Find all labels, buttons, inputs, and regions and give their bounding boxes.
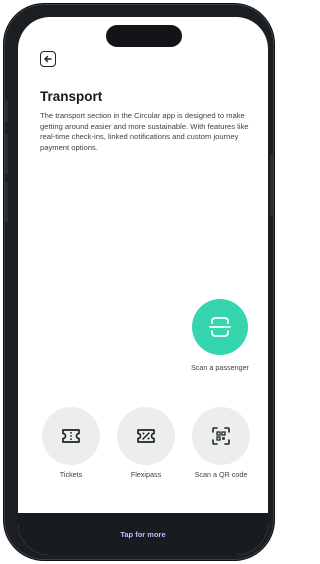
flexipass-button[interactable] bbox=[117, 407, 175, 465]
mute-switch bbox=[5, 100, 8, 122]
flexipass-ticket-icon bbox=[137, 429, 155, 443]
scan-passenger-button[interactable] bbox=[192, 299, 248, 355]
scan-frame-icon bbox=[209, 317, 231, 337]
tap-for-more-label: Tap for more bbox=[120, 529, 166, 539]
back-button[interactable] bbox=[40, 51, 56, 67]
power-button bbox=[270, 154, 273, 216]
page-title: Transport bbox=[40, 89, 103, 104]
app-screen: Transport The transport section in the C… bbox=[18, 17, 268, 555]
scan-qr-label: Scan a QR code bbox=[194, 470, 248, 479]
tickets-label: Tickets bbox=[59, 470, 83, 479]
ticket-icon bbox=[62, 429, 80, 443]
scan-qr-button[interactable] bbox=[192, 407, 250, 465]
flexipass-label: Flexipass bbox=[130, 470, 162, 479]
scan-passenger-label: Scan a passenger bbox=[191, 363, 249, 372]
phone-frame: Transport The transport section in the C… bbox=[4, 4, 274, 560]
volume-up-button bbox=[5, 134, 8, 174]
dynamic-island bbox=[106, 25, 182, 47]
volume-down-button bbox=[5, 182, 8, 222]
back-arrow-icon bbox=[44, 55, 52, 63]
page-description: The transport section in the Circular ap… bbox=[40, 111, 249, 152]
tap-for-more-bar[interactable]: Tap for more bbox=[18, 513, 268, 555]
qr-scan-icon bbox=[212, 427, 230, 445]
tickets-button[interactable] bbox=[42, 407, 100, 465]
